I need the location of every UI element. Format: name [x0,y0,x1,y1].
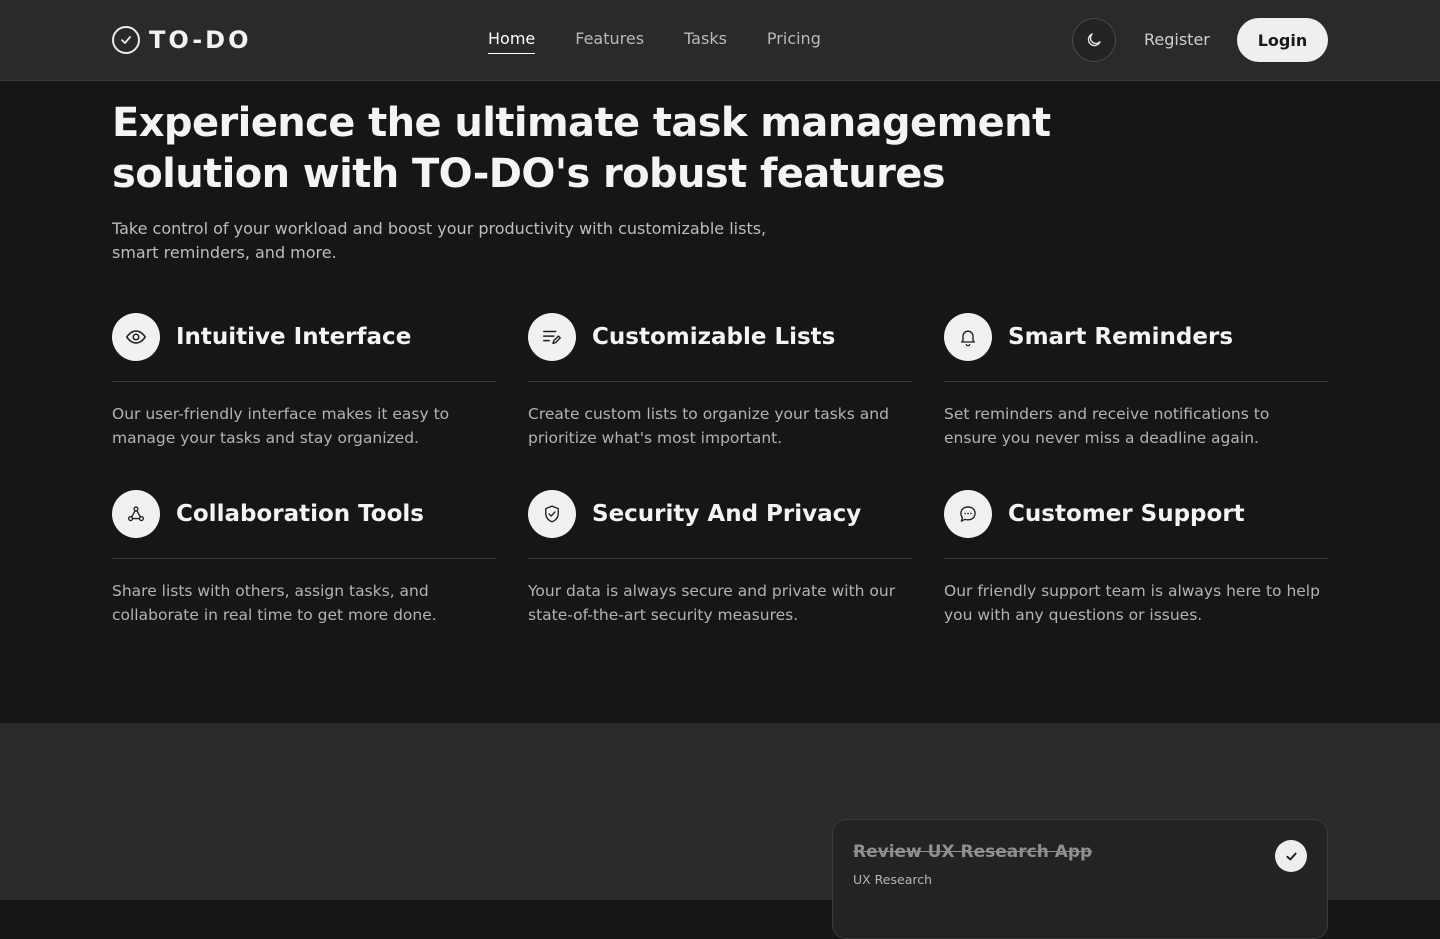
feature-description-line-2: collaborate in real time to get more don… [112,606,437,624]
feature-card-collaboration-tools: Collaboration Tools Share lists with oth… [112,490,496,627]
nav-link-pricing[interactable]: Pricing [767,28,821,54]
feature-divider [944,558,1328,559]
feature-description-line-2: manage your tasks and stay organized. [112,429,419,447]
feature-description: Create custom lists to organize your tas… [528,402,912,450]
feature-description: Your data is always secure and private w… [528,579,912,627]
feature-description-line-2: ensure you never miss a deadline again. [944,429,1259,447]
hero-title: Experience the ultimate task management … [112,98,1072,200]
brand-name: TO-DO [149,26,252,54]
feature-description-line-1: Your data is always secure and private w… [528,582,896,600]
feature-description-line-1: Share lists with others, assign tasks, a… [112,582,429,600]
bell-icon [944,313,992,361]
task-category-tag: UX Research [853,872,933,887]
check-icon [1285,850,1298,863]
feature-description-line-2: you with any questions or issues. [944,606,1203,624]
share-nodes-icon [112,490,160,538]
navbar: TO-DO Home Features Tasks Pricing Regist… [0,0,1440,81]
hero-subtitle-line-1: Take control of your workload and boost … [112,219,767,238]
feature-description-line-1: Our friendly support team is always here… [944,582,1320,600]
feature-description-line-1: Set reminders and receive notifications … [944,405,1270,423]
feature-divider [112,558,496,559]
feature-description-line-2: state-of-the-art security measures. [528,606,799,624]
hero-subtitle-line-2: smart reminders, and more. [112,243,337,262]
theme-toggle-button[interactable] [1072,18,1116,62]
feature-divider [112,381,496,382]
feature-description-line-1: Our user-friendly interface makes it eas… [112,405,450,423]
tasks-preview-section: Review UX Research App UX Research [0,723,1440,939]
feature-divider [944,381,1328,382]
feature-title: Collaboration Tools [176,501,424,527]
eye-icon [112,313,160,361]
task-complete-toggle[interactable] [1275,840,1307,872]
feature-description: Set reminders and receive notifications … [944,402,1328,450]
nav-link-tasks[interactable]: Tasks [684,28,727,54]
task-title: Review UX Research App [853,842,1093,862]
feature-divider [528,558,912,559]
moon-icon [1085,31,1103,49]
list-edit-icon [528,313,576,361]
chat-bubble-icon [944,490,992,538]
feature-description-line-1: Create custom lists to organize your tas… [528,405,889,423]
feature-card-smart-reminders: Smart Reminders Set reminders and receiv… [944,313,1328,450]
feature-title: Intuitive Interface [176,324,412,350]
feature-description: Share lists with others, assign tasks, a… [112,579,496,627]
feature-card-intuitive-interface: Intuitive Interface Our user-friendly in… [112,313,496,450]
register-link[interactable]: Register [1144,29,1210,51]
feature-card-security-and-privacy: Security And Privacy Your data is always… [528,490,912,627]
feature-title: Customizable Lists [592,324,836,350]
feature-card-customizable-lists: Customizable Lists Create custom lists t… [528,313,912,450]
nav-link-home[interactable]: Home [488,28,536,54]
hero-title-line-2: solution with TO-DO's robust features [112,151,946,197]
feature-description: Our user-friendly interface makes it eas… [112,402,496,450]
main-nav: Home Features Tasks Pricing [488,28,821,54]
task-card[interactable]: Review UX Research App UX Research [832,819,1328,939]
feature-description: Our friendly support team is always here… [944,579,1328,627]
feature-divider [528,381,912,382]
nav-link-features[interactable]: Features [575,28,644,54]
feature-title: Smart Reminders [1008,324,1234,350]
feature-description-line-2: prioritize what's most important. [528,429,783,447]
login-button[interactable]: Login [1237,18,1328,62]
shield-check-icon [528,490,576,538]
hero-title-line-1: Experience the ultimate task management [112,100,1051,146]
brand-logo[interactable]: TO-DO [112,26,252,54]
feature-title: Customer Support [1008,501,1245,527]
check-circle-icon [112,26,140,54]
hero-subtitle: Take control of your workload and boost … [112,217,802,265]
feature-card-customer-support: Customer Support Our friendly support te… [944,490,1328,627]
feature-title: Security And Privacy [592,501,862,527]
